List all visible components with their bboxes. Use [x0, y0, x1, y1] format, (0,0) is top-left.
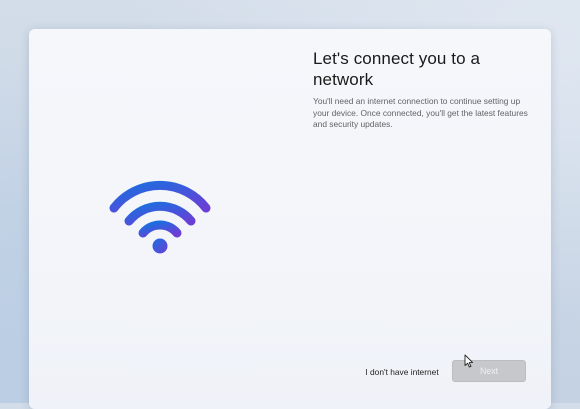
mouse-cursor-icon	[464, 354, 474, 368]
no-internet-link[interactable]: I don't have internet	[358, 362, 446, 382]
wifi-icon	[109, 180, 211, 254]
page-description: You'll need an internet connection to co…	[313, 96, 528, 130]
page-title: Let's connect you to a network	[313, 49, 481, 89]
